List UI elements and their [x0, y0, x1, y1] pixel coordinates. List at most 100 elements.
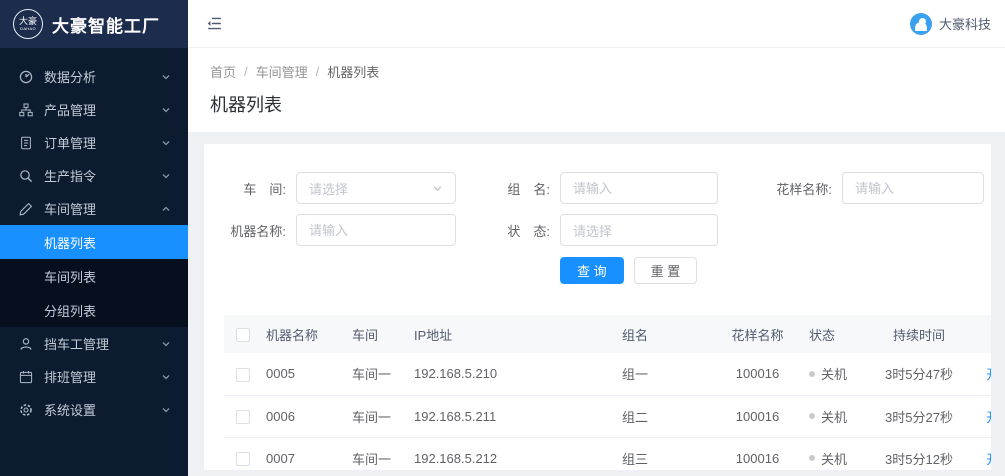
row-checkbox[interactable]: [236, 410, 250, 424]
power-on-link[interactable]: 开机: [986, 452, 991, 467]
status-dot: [809, 455, 815, 461]
sidebar-subitem-machine-list[interactable]: 机器列表: [0, 225, 188, 259]
sidebar-item-operator-mgmt[interactable]: 挡车工管理: [0, 327, 188, 360]
dashboard-icon: [19, 70, 33, 84]
sidebar-item-label: 排班管理: [44, 367, 96, 386]
status-select-placeholder: 请选择: [573, 221, 612, 240]
cell-workshop: 车间一: [348, 437, 410, 470]
filter-group-name: 组 名:: [494, 172, 718, 204]
workshop-select-placeholder: 请选择: [309, 179, 348, 198]
cell-pattern: 100016: [710, 353, 805, 395]
sidebar-subitem-label: 机器列表: [44, 233, 96, 252]
filter-row-2: 机器名称: 状 态: 请选择: [204, 214, 991, 246]
cell-machine-name: 0007: [262, 437, 348, 470]
sidebar-subitem-group-list[interactable]: 分组列表: [0, 293, 188, 327]
avatar: [910, 13, 932, 35]
cell-workshop: 车间一: [348, 395, 410, 437]
apartment-icon: [19, 103, 33, 117]
sidebar-item-label: 产品管理: [44, 100, 96, 119]
sidebar-item-label: 系统设置: [44, 400, 96, 419]
chevron-down-icon: [161, 72, 171, 82]
app-title: 大豪智能工厂: [52, 12, 160, 37]
filter-pattern-name: 花样名称:: [768, 172, 984, 204]
cell-machine-name: 0006: [262, 395, 348, 437]
sidebar-item-order-mgmt[interactable]: 订单管理: [0, 126, 188, 159]
sidebar-item-product-mgmt[interactable]: 产品管理: [0, 93, 188, 126]
cell-group: 组三: [560, 437, 710, 470]
cell-group: 组一: [560, 353, 710, 395]
sidebar-item-label: 挡车工管理: [44, 334, 109, 353]
cell-workshop: 车间一: [348, 353, 410, 395]
user-menu[interactable]: 大豪科技: [910, 13, 991, 35]
sidebar-item-label: 数据分析: [44, 67, 96, 86]
breadcrumb-item-workshop[interactable]: 车间管理: [256, 62, 308, 81]
pattern-name-input[interactable]: [855, 181, 971, 196]
sidebar-subitem-label: 分组列表: [44, 301, 96, 320]
status-badge: 关机: [821, 364, 847, 383]
sidebar-subitem-workshop-list[interactable]: 车间列表: [0, 259, 188, 293]
sidebar-nav: 数据分析 产品管理 订单管理 生产指令 车间管理 机器列表: [0, 60, 188, 476]
sidebar: 大豪 DAHAO 大豪智能工厂 数据分析 产品管理 订单管理 生产指令 车间管理: [0, 0, 188, 476]
group-name-label: 组 名:: [494, 179, 560, 198]
power-on-link[interactable]: 开机: [986, 367, 991, 382]
row-checkbox[interactable]: [236, 368, 250, 382]
pattern-name-label: 花样名称:: [768, 179, 842, 198]
workshop-select[interactable]: 请选择: [296, 172, 456, 204]
col-machine-name: 机器名称: [262, 315, 348, 353]
sidebar-item-production-order[interactable]: 生产指令: [0, 159, 188, 192]
filter-machine-name: 机器名称:: [226, 214, 456, 246]
cell-ip: 192.168.5.210: [410, 353, 560, 395]
cell-group: 组二: [560, 395, 710, 437]
status-select[interactable]: 请选择: [560, 214, 718, 246]
group-name-input[interactable]: [573, 181, 705, 196]
breadcrumb: 首页 / 车间管理 / 机器列表: [210, 62, 981, 81]
search-icon: [19, 169, 33, 183]
cell-machine-name: 0005: [262, 353, 348, 395]
chevron-down-icon: [161, 105, 171, 115]
cell-duration: 3时5分27秒: [867, 395, 971, 437]
chevron-down-icon: [432, 183, 443, 194]
filter-status: 状 态: 请选择: [494, 214, 718, 246]
col-status: 状态: [805, 315, 867, 353]
select-all-checkbox[interactable]: [236, 328, 250, 342]
workshop-label: 车 间:: [226, 179, 296, 198]
chevron-up-icon: [161, 204, 171, 214]
col-ip: IP地址: [410, 315, 560, 353]
machine-name-input[interactable]: [309, 223, 443, 238]
logo-badge-subtext: DAHAO: [20, 26, 36, 31]
sidebar-item-workshop-mgmt[interactable]: 车间管理: [0, 192, 188, 225]
sidebar-item-label: 订单管理: [44, 133, 96, 152]
reset-button[interactable]: 重 置: [634, 257, 698, 284]
table-header-row: 机器名称 车间 IP地址 组名 花样名称 状态 持续时间 操作: [224, 315, 991, 353]
sidebar-item-data-analysis[interactable]: 数据分析: [0, 60, 188, 93]
status-badge: 关机: [821, 449, 847, 468]
cell-pattern: 100016: [710, 395, 805, 437]
logo-badge-text: 大豪: [19, 17, 37, 26]
cell-pattern: 100016: [710, 437, 805, 470]
status-dot: [809, 413, 815, 419]
status-label: 状 态:: [494, 221, 560, 240]
table-row: 0005 车间一 192.168.5.210 组一 100016 关机 3时5分…: [224, 353, 991, 395]
breadcrumb-item-home[interactable]: 首页: [210, 62, 236, 81]
chevron-down-icon: [161, 372, 171, 382]
tool-icon: [19, 202, 33, 216]
menu-fold-icon[interactable]: [206, 15, 223, 32]
table-row: 0006 车间一 192.168.5.211 组二 100016 关机 3时5分…: [224, 395, 991, 437]
chevron-down-icon: [161, 339, 171, 349]
row-checkbox[interactable]: [236, 452, 250, 466]
col-group: 组名: [560, 315, 710, 353]
machine-table: 机器名称 车间 IP地址 组名 花样名称 状态 持续时间 操作 0005 车间: [224, 315, 991, 470]
search-button[interactable]: 查 询: [560, 257, 624, 284]
col-workshop: 车间: [348, 315, 410, 353]
sidebar-item-system-settings[interactable]: 系统设置: [0, 393, 188, 426]
sidebar-item-schedule-mgmt[interactable]: 排班管理: [0, 360, 188, 393]
chevron-down-icon: [161, 405, 171, 415]
sidebar-item-label: 生产指令: [44, 166, 96, 185]
power-on-link[interactable]: 开机: [986, 410, 991, 425]
breadcrumb-item-current: 机器列表: [327, 62, 379, 81]
main-area: 大豪科技 首页 / 车间管理 / 机器列表 机器列表 车 间: 请选择: [188, 0, 1005, 476]
page-header: 首页 / 车间管理 / 机器列表 机器列表: [188, 48, 1005, 132]
app-logo: 大豪 DAHAO 大豪智能工厂: [0, 0, 188, 48]
calendar-icon: [19, 370, 33, 384]
machine-list-card: 车 间: 请选择 组 名: 花样名称:: [204, 144, 991, 470]
